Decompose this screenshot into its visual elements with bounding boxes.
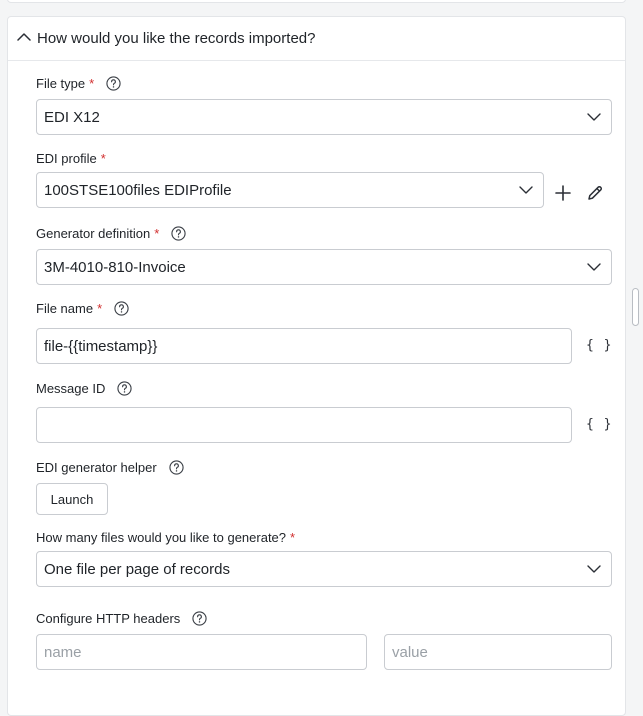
files-count-value: One file per page of records: [44, 561, 230, 578]
required-marker: *: [89, 76, 95, 91]
http-headers-label-text: Configure HTTP headers: [36, 611, 181, 626]
generator-definition-label: Generator definition *: [36, 226, 186, 241]
files-count-select[interactable]: One file per page of records: [36, 551, 612, 587]
edi-profile-value: 100STSE100files EDIProfile: [44, 182, 232, 199]
required-marker: *: [100, 151, 106, 166]
generator-definition-value: 3M-4010-810-Invoice: [44, 259, 186, 276]
insert-handlebars-button[interactable]: { }: [586, 417, 612, 432]
help-circle-icon[interactable]: [171, 226, 186, 241]
chevron-down-icon: [519, 186, 533, 194]
pencil-icon[interactable]: [585, 183, 605, 203]
file-type-label-text: File type: [36, 76, 86, 91]
file-type-select[interactable]: EDI X12: [36, 99, 612, 135]
help-circle-icon[interactable]: [114, 301, 129, 316]
help-circle-icon[interactable]: [117, 381, 132, 396]
message-id-input[interactable]: [36, 407, 572, 443]
header-value-placeholder: value: [392, 644, 428, 661]
files-count-label-text: How many files would you like to generat…: [36, 530, 287, 545]
scrollbar-thumb[interactable]: [632, 288, 639, 326]
file-type-value: EDI X12: [44, 109, 100, 126]
files-count-label: How many files would you like to generat…: [36, 530, 295, 545]
edi-profile-label-text: EDI profile: [36, 151, 97, 166]
message-id-label-text: Message ID: [36, 381, 106, 396]
file-name-label: File name *: [36, 301, 129, 316]
header-name-input[interactable]: name: [36, 634, 367, 670]
required-marker: *: [154, 226, 160, 241]
help-circle-icon[interactable]: [106, 76, 121, 91]
http-headers-label: Configure HTTP headers: [36, 611, 207, 626]
file-name-value: file-{{timestamp}}: [44, 338, 158, 355]
generator-definition-select[interactable]: 3M-4010-810-Invoice: [36, 249, 612, 285]
previous-section-panel: [7, 0, 626, 3]
required-marker: *: [290, 530, 296, 545]
edi-profile-select[interactable]: 100STSE100files EDIProfile: [36, 172, 544, 208]
edi-generator-helper-label-text: EDI generator helper: [36, 460, 157, 475]
help-circle-icon[interactable]: [169, 460, 184, 475]
chevron-up-icon[interactable]: [17, 32, 31, 42]
chevron-down-icon: [587, 263, 601, 271]
insert-handlebars-button[interactable]: { }: [586, 338, 612, 353]
header-name-placeholder: name: [44, 644, 82, 661]
chevron-down-icon: [587, 113, 601, 121]
edi-generator-helper-label: EDI generator helper: [36, 460, 184, 475]
launch-button[interactable]: Launch: [36, 483, 108, 515]
section-header[interactable]: How would you like the records imported?: [8, 17, 625, 61]
chevron-down-icon: [587, 565, 601, 573]
section-title: How would you like the records imported?: [37, 30, 316, 47]
required-marker: *: [97, 301, 103, 316]
message-id-label: Message ID: [36, 381, 132, 396]
generator-definition-label-text: Generator definition: [36, 226, 151, 241]
header-value-input[interactable]: value: [384, 634, 612, 670]
file-name-input[interactable]: file-{{timestamp}}: [36, 328, 572, 364]
plus-icon[interactable]: [553, 183, 573, 203]
file-type-label: File type *: [36, 76, 121, 91]
edi-profile-label: EDI profile *: [36, 151, 106, 166]
file-name-label-text: File name: [36, 301, 94, 316]
help-circle-icon[interactable]: [192, 611, 207, 626]
